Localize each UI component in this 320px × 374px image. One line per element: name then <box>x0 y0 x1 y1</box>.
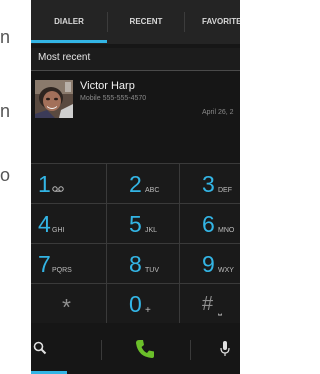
voicemail-icon <box>52 186 64 194</box>
side-text-3: o <box>0 165 11 185</box>
screen: n n o DIALER RECENT FAVORITES Most recen… <box>0 0 240 374</box>
tab-favorites[interactable]: FAVORITES <box>185 0 240 44</box>
key-letters: ABC <box>145 187 160 194</box>
key-letters: WXY <box>218 267 234 274</box>
key-letters: TUV <box>145 267 159 274</box>
dialpad-key-hash[interactable]: # ⎵ <box>180 283 240 323</box>
key-letters: GHI <box>52 227 65 234</box>
dialpad-key-2[interactable]: 2 ABC <box>107 163 179 203</box>
side-text-2: n <box>0 101 11 121</box>
key-digit: 5 <box>129 211 142 237</box>
dialpad-key-1[interactable]: 1 <box>31 163 106 203</box>
call-date: April 26, 2 <box>202 109 234 116</box>
key-letters: PQRS <box>52 267 72 274</box>
key-letters: DEF <box>218 187 232 194</box>
contact-phone-detail: Mobile 555-555-4570 <box>80 95 147 102</box>
dialpad: 1 2 ABC 3 DEF 4 GHI 5 JKL 6 MNO 7 PQRS 8… <box>31 163 240 323</box>
key-digit: 8 <box>129 251 142 277</box>
dialpad-key-8[interactable]: 8 TUV <box>107 243 179 283</box>
section-divider <box>31 70 240 71</box>
key-letters: ⎵ <box>218 305 222 316</box>
key-digit: 6 <box>202 211 215 237</box>
section-title: Most recent <box>38 52 91 63</box>
voice-search-button[interactable] <box>191 326 240 374</box>
key-letters: MNO <box>218 227 235 234</box>
tab-dialer[interactable]: DIALER <box>31 0 107 44</box>
section-header: Most recent <box>31 48 240 70</box>
selected-tab-indicator <box>31 40 107 43</box>
contact-avatar[interactable] <box>35 80 73 118</box>
key-letters: + <box>145 305 151 316</box>
dialpad-key-5[interactable]: 5 JKL <box>107 203 179 243</box>
key-letters: JKL <box>145 227 158 234</box>
phone-screen: DIALER RECENT FAVORITES Most recent <box>31 0 240 374</box>
key-digit: 9 <box>202 251 215 277</box>
dialpad-key-9[interactable]: 9 WXY <box>180 243 240 283</box>
microphone-icon <box>220 341 230 356</box>
action-bar <box>31 326 240 374</box>
dialpad-key-star[interactable]: * <box>31 283 106 323</box>
key-digit: 0 <box>129 291 142 317</box>
dialpad-key-7[interactable]: 7 PQRS <box>31 243 106 283</box>
key-digit: 2 <box>129 171 142 197</box>
dialpad-key-4[interactable]: 4 GHI <box>31 203 106 243</box>
dialpad-key-0[interactable]: 0 + <box>107 283 179 323</box>
key-digit: # <box>202 293 214 315</box>
tab-bar: DIALER RECENT FAVORITES <box>31 0 240 44</box>
avatar-photo <box>35 80 73 118</box>
key-digit: 1 <box>38 171 51 197</box>
key-digit: 4 <box>38 211 51 237</box>
side-text-1: n <box>0 27 11 47</box>
contact-name: Victor Harp <box>80 80 135 92</box>
search-icon <box>33 341 47 355</box>
search-button[interactable] <box>31 326 101 374</box>
key-digit: 7 <box>38 251 51 277</box>
key-digit: * <box>62 294 71 320</box>
phone-call-icon <box>136 340 154 358</box>
recent-call-item[interactable]: Victor Harp Mobile 555-555-4570 April 26… <box>31 72 240 130</box>
dialpad-key-3[interactable]: 3 DEF <box>180 163 240 203</box>
key-digit: 3 <box>202 171 215 197</box>
call-button[interactable] <box>102 326 189 374</box>
dialpad-key-6[interactable]: 6 MNO <box>180 203 240 243</box>
tab-recent[interactable]: RECENT <box>108 0 184 44</box>
